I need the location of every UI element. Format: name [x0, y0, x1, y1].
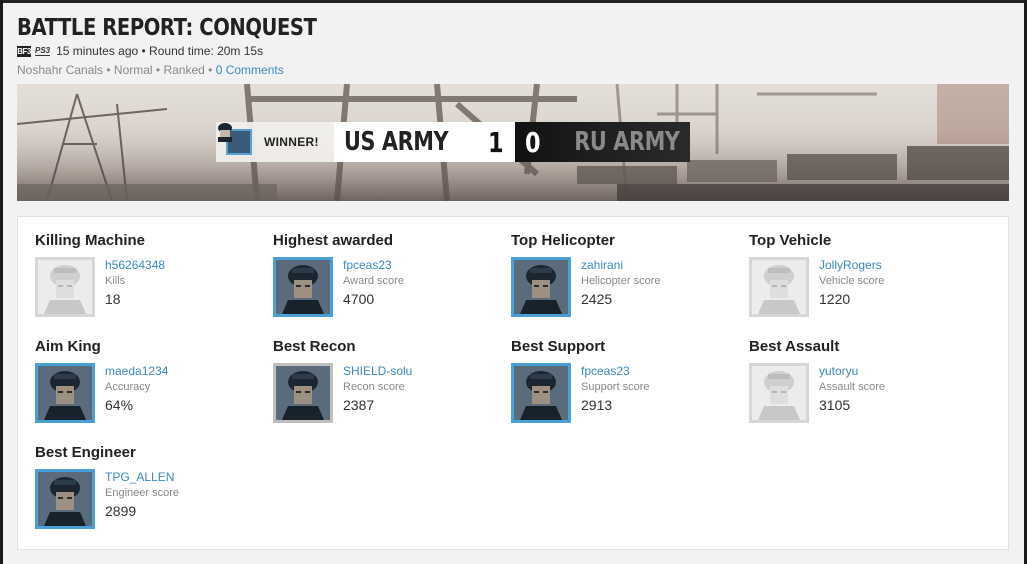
page-title: BATTLE REPORT: CONQUEST	[17, 15, 317, 41]
player-link[interactable]: zahirani	[581, 258, 660, 273]
stat-value: 64%	[105, 397, 134, 413]
stat-value: 2899	[105, 503, 137, 519]
award-card: Best Assault yutoryu Assault score 3105	[749, 338, 979, 434]
stat-value: 2913	[581, 397, 613, 413]
stat-label: Recon score	[343, 381, 405, 393]
stat-label: Support score	[581, 381, 650, 393]
stat-value: 2387	[343, 397, 375, 413]
soldier-avatar[interactable]	[749, 257, 809, 317]
award-card: Best Recon SHIELD-solu Recon score 2387	[273, 338, 503, 434]
window-top-edge	[0, 0, 1027, 3]
winner-soldier-icon	[218, 123, 252, 155]
winner-label: WINNER!	[264, 135, 319, 149]
team1-name: US ARMY	[344, 127, 449, 157]
soldier-avatar[interactable]	[35, 363, 95, 423]
soldier-avatar[interactable]	[273, 257, 333, 317]
soldier-avatar[interactable]	[511, 363, 571, 423]
player-link[interactable]: maeda1234	[105, 364, 168, 379]
stat-value: 18	[105, 291, 121, 307]
award-card: Killing Machine h56264348 Kills 18	[35, 232, 265, 328]
award-card: Aim King maeda1234 Accuracy 64%	[35, 338, 265, 434]
award-title: Best Engineer	[35, 444, 136, 461]
stat-label: Helicopter score	[581, 275, 661, 287]
stat-label: Kills	[105, 275, 126, 287]
stat-value: 1220	[819, 291, 851, 307]
award-card: Top Vehicle JollyRogers Vehicle score 12…	[749, 232, 979, 328]
map-name: Noshahr Canals	[17, 63, 104, 77]
report-header: BATTLE REPORT: CONQUEST BF3 PS3 15 minut…	[17, 14, 369, 77]
team2-score: 0	[524, 125, 541, 159]
team1-score: 1	[487, 125, 504, 159]
round-meta: BF3 PS3 15 minutes ago • Round time: 20m…	[17, 44, 369, 58]
stat-label: Engineer score	[105, 487, 179, 499]
stat-label: Award score	[343, 275, 404, 287]
ps3-platform-icon: PS3	[35, 46, 51, 56]
player-link[interactable]: yutoryu	[819, 364, 885, 379]
map-meta: Noshahr Canals • Normal • Ranked • 0 Com…	[17, 63, 369, 77]
award-card: Best Engineer TPG_ALLEN Engineer score 2…	[35, 444, 265, 540]
player-link[interactable]: h56264348	[105, 258, 165, 273]
bf3-game-icon: BF3	[17, 45, 31, 57]
award-title: Best Assault	[749, 338, 840, 355]
award-card: Best Support fpceas23 Support score 2913	[511, 338, 741, 434]
player-link[interactable]: JollyRogers	[819, 258, 884, 273]
award-title: Top Helicopter	[511, 232, 615, 249]
award-title: Highest awarded	[273, 232, 394, 249]
player-link[interactable]: TPG_ALLEN	[105, 470, 179, 485]
soldier-avatar[interactable]	[35, 257, 95, 317]
time-info: 15 minutes ago • Round time: 20m 15s	[56, 44, 264, 58]
award-title: Killing Machine	[35, 232, 146, 249]
soldier-avatar[interactable]	[511, 257, 571, 317]
map-banner: WINNER! US ARMY 1 0 RU ARMY	[17, 84, 1009, 201]
stat-value: 4700	[343, 291, 375, 307]
award-title: Aim King	[35, 338, 101, 355]
stat-label: Accuracy	[105, 381, 151, 393]
window-left-edge	[0, 0, 3, 564]
scoreboard: WINNER! US ARMY 1 0 RU ARMY	[216, 122, 690, 162]
stat-label: Assault score	[819, 381, 886, 393]
award-title: Best Recon	[273, 338, 356, 355]
awards-panel: Killing Machine h56264348 Kills 18 Highe…	[17, 216, 1009, 550]
mode-info: • Normal • Ranked •	[103, 63, 216, 77]
player-link[interactable]: SHIELD-solu	[343, 364, 412, 379]
soldier-avatar[interactable]	[273, 363, 333, 423]
stat-label: Vehicle score	[819, 275, 885, 287]
player-link[interactable]: fpceas23	[581, 364, 649, 379]
award-card: Top Helicopter zahirani Helicopter score…	[511, 232, 741, 328]
award-title: Best Support	[511, 338, 606, 355]
soldier-avatar[interactable]	[749, 363, 809, 423]
team2-score-panel: 0 RU ARMY	[515, 122, 690, 162]
team1-score-panel: US ARMY 1	[334, 122, 515, 162]
team2-name: RU ARMY	[574, 127, 681, 157]
soldier-avatar[interactable]	[35, 469, 95, 529]
player-link[interactable]: fpceas23	[343, 258, 404, 273]
award-title: Top Vehicle	[749, 232, 832, 249]
winner-indicator: WINNER!	[216, 122, 334, 162]
stat-value: 3105	[819, 397, 851, 413]
comments-link[interactable]: 0 Comments	[216, 63, 284, 77]
award-card: Highest awarded fpceas23 Award score 470…	[273, 232, 503, 328]
stat-value: 2425	[581, 291, 613, 307]
